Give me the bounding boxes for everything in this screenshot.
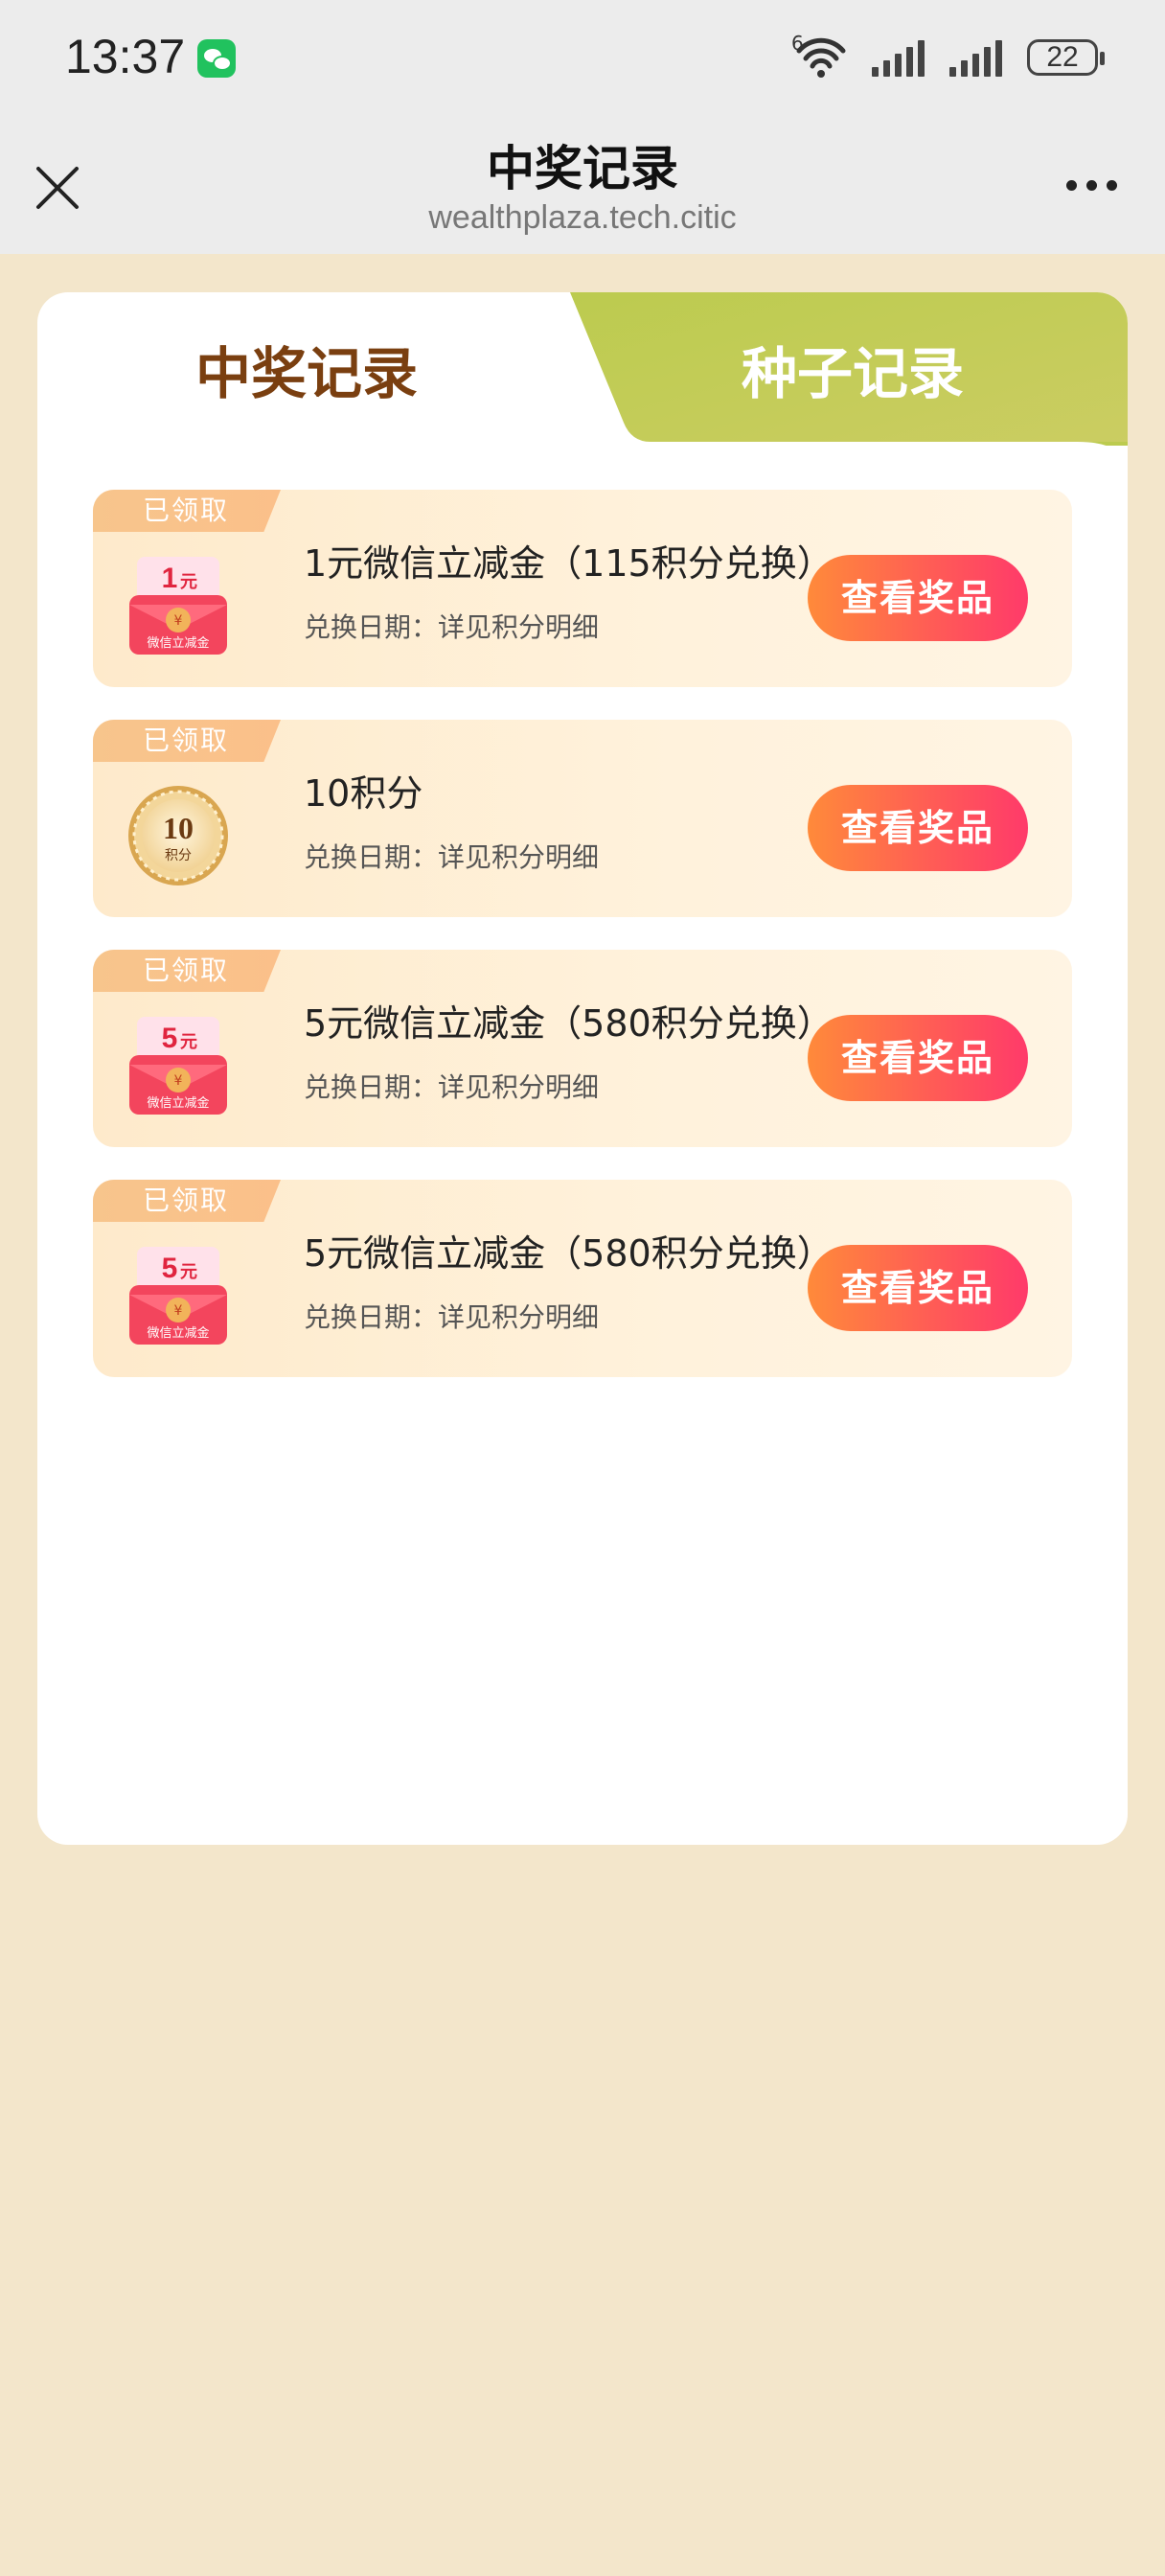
- view-prize-button[interactable]: 查看奖品: [808, 555, 1028, 641]
- wifi-icon: 6: [791, 32, 847, 80]
- record-date: 兑换日期：详见积分明细: [304, 1071, 600, 1103]
- claimed-badge: 已领取: [93, 720, 281, 762]
- svg-text:¥: ¥: [174, 613, 183, 629]
- envelope-caption: 微信立减金: [147, 1325, 209, 1341]
- system-icons: 6 22: [791, 32, 1105, 80]
- view-prize-button[interactable]: 查看奖品: [808, 1245, 1028, 1331]
- nav-bar: 中奖记录 wealthplaza.tech.citic: [0, 115, 1165, 254]
- record-date: 兑换日期：详见积分明细: [304, 611, 600, 643]
- envelope-caption: 微信立减金: [147, 1095, 209, 1111]
- envelope-caption: 微信立减金: [147, 635, 209, 651]
- envelope-unit: 元: [180, 1262, 197, 1282]
- record-title: 1元微信立减金（115积分兑换）: [304, 542, 834, 585]
- envelope-unit: 元: [180, 572, 197, 592]
- svg-text:¥: ¥: [174, 1073, 183, 1089]
- claimed-badge: 已领取: [93, 490, 281, 532]
- envelope-unit: 元: [180, 1032, 197, 1052]
- record-item: 已领取 ¥ 5 元 微信立减金 5元微信立减金（580积分兑换） 兑换日期：详见…: [93, 1180, 1072, 1377]
- record-title: 10积分: [304, 772, 423, 815]
- record-title: 5元微信立减金（580积分兑换）: [304, 1002, 834, 1045]
- red-envelope-5-yuan-icon: ¥ 5 元 微信立减金: [129, 1247, 227, 1345]
- claimed-badge: 已领取: [93, 1180, 281, 1222]
- record-item: 已领取 10 积分 10积分 兑换日期：详见积分明细 查看奖品: [93, 720, 1072, 917]
- record-date: 兑换日期：详见积分明细: [304, 1301, 600, 1333]
- claimed-badge: 已领取: [93, 950, 281, 992]
- red-envelope-5-yuan-icon: ¥ 5 元 微信立减金: [129, 1017, 227, 1115]
- record-date: 兑换日期：详见积分明细: [304, 841, 600, 873]
- tab-bar: 中奖记录 种子记录: [37, 292, 1128, 446]
- record-item: 已领取 ¥ 1 元 微信立减金 1元微信立减金（115积分兑换） 兑换日期：详见…: [93, 490, 1072, 687]
- cell-signal-icon: [872, 38, 925, 77]
- wechat-icon: [197, 39, 236, 78]
- coin-amount: 10: [163, 811, 194, 845]
- record-title: 5元微信立减金（580积分兑换）: [304, 1232, 834, 1275]
- svg-text:¥: ¥: [174, 1303, 183, 1319]
- page-title: 中奖记录: [487, 141, 678, 196]
- envelope-amount: 5: [162, 1023, 178, 1054]
- status-bar: 13:37 6 22: [0, 0, 1165, 115]
- coin-unit: 积分: [165, 848, 192, 863]
- red-envelope-1-yuan-icon: ¥ 1 元 微信立减金: [129, 557, 227, 655]
- tab-winning-records[interactable]: 中奖记录: [195, 329, 418, 409]
- network-type-label: 6: [791, 32, 804, 55]
- more-icon[interactable]: [1066, 180, 1117, 191]
- envelope-amount: 1: [162, 563, 178, 594]
- page-domain: wealthplaza.tech.citic: [428, 199, 737, 236]
- cell-signal-icon-2: [949, 38, 1002, 77]
- battery-icon: 22: [1027, 39, 1105, 76]
- status-time: 13:37: [65, 30, 186, 83]
- envelope-amount: 5: [162, 1253, 178, 1284]
- view-prize-button[interactable]: 查看奖品: [808, 785, 1028, 871]
- tab-seed-records[interactable]: 种子记录: [742, 329, 964, 409]
- records-panel: 中奖记录 种子记录 已领取 ¥ 1 元 微信立减金 1元微信立减金（115积分兑…: [37, 292, 1128, 1845]
- points-coin-icon: 10 积分: [128, 786, 228, 886]
- view-prize-button[interactable]: 查看奖品: [808, 1015, 1028, 1101]
- record-item: 已领取 ¥ 5 元 微信立减金 5元微信立减金（580积分兑换） 兑换日期：详见…: [93, 950, 1072, 1147]
